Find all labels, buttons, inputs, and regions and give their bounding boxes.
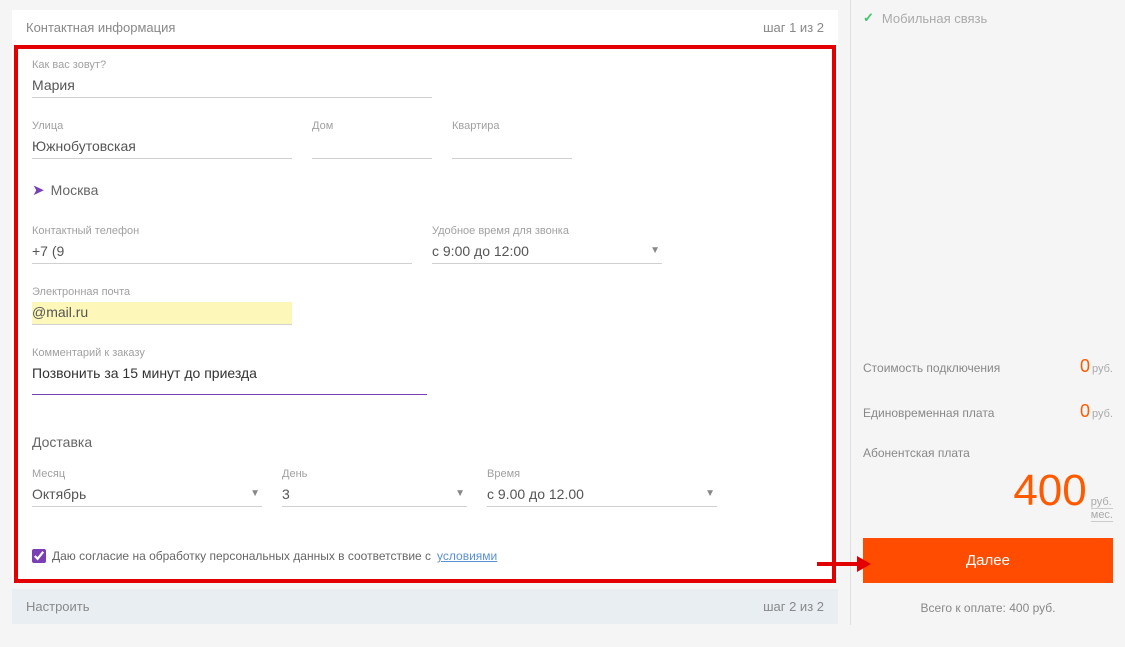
city-value: Москва bbox=[51, 182, 99, 198]
summary-top-label: Мобильная связь bbox=[882, 11, 987, 26]
step-indicator-2: шаг 2 из 2 bbox=[763, 599, 824, 614]
rub-unit: руб. bbox=[1092, 363, 1113, 375]
time-label: Время bbox=[487, 468, 717, 480]
apt-label: Квартира bbox=[452, 120, 572, 132]
delivery-title: Доставка bbox=[32, 434, 818, 450]
day-label: День bbox=[282, 468, 467, 480]
arrow-annotation bbox=[817, 555, 871, 573]
day-select[interactable]: 3 bbox=[282, 484, 467, 507]
name-input[interactable] bbox=[32, 75, 432, 98]
next-button[interactable]: Далее bbox=[863, 538, 1113, 583]
consent-checkbox[interactable] bbox=[32, 549, 46, 563]
calltime-label: Удобное время для звонка bbox=[432, 225, 662, 237]
summary-sidebar: ✓ Мобильная связь Стоимость подключения … bbox=[850, 0, 1125, 625]
consent-link[interactable]: условиями bbox=[437, 549, 497, 563]
connection-cost-label: Стоимость подключения bbox=[863, 361, 1000, 375]
email-label: Электронная почта bbox=[32, 286, 292, 298]
onetime-fee-label: Единовременная плата bbox=[863, 406, 994, 420]
house-label: Дом bbox=[312, 120, 432, 132]
check-icon: ✓ bbox=[863, 10, 874, 26]
month-select[interactable]: Октябрь bbox=[32, 484, 262, 507]
street-label: Улица bbox=[32, 120, 292, 132]
configure-panel-header[interactable]: Настроить шаг 2 из 2 bbox=[12, 589, 838, 624]
name-label: Как вас зовут? bbox=[32, 59, 432, 71]
phone-input[interactable] bbox=[32, 241, 412, 264]
comment-label: Комментарий к заказу bbox=[32, 347, 427, 359]
house-input[interactable] bbox=[312, 136, 432, 159]
rub-per-month-unit: руб. мес. bbox=[1091, 496, 1113, 522]
page-title: Контактная информация bbox=[26, 20, 175, 35]
onetime-fee-value: 0 bbox=[1080, 401, 1090, 421]
time-select[interactable]: с 9.00 до 12.00 bbox=[487, 484, 717, 507]
phone-label: Контактный телефон bbox=[32, 225, 412, 237]
city-row[interactable]: ➤ Москва bbox=[32, 181, 818, 199]
connection-cost-value: 0 bbox=[1080, 356, 1090, 376]
step-indicator-1: шаг 1 из 2 bbox=[763, 20, 824, 35]
comment-input[interactable] bbox=[32, 363, 427, 395]
month-label: Месяц bbox=[32, 468, 262, 480]
contact-form: Как вас зовут? Улица Дом Квартира bbox=[14, 45, 836, 583]
contact-header: Контактная информация шаг 1 из 2 bbox=[12, 10, 838, 45]
location-icon: ➤ bbox=[32, 181, 45, 199]
rub-unit: руб. bbox=[1092, 408, 1113, 420]
monthly-fee-label: Абонентская плата bbox=[863, 446, 970, 460]
street-input[interactable] bbox=[32, 136, 292, 159]
apt-input[interactable] bbox=[452, 136, 572, 159]
monthly-fee-value: 400 bbox=[1013, 466, 1086, 516]
calltime-select[interactable]: с 9:00 до 12:00 bbox=[432, 241, 662, 264]
total-label: Всего к оплате: 400 руб. bbox=[863, 601, 1113, 615]
consent-text: Даю согласие на обработку персональных д… bbox=[52, 549, 431, 563]
email-input[interactable] bbox=[32, 302, 292, 325]
configure-title: Настроить bbox=[26, 599, 90, 614]
